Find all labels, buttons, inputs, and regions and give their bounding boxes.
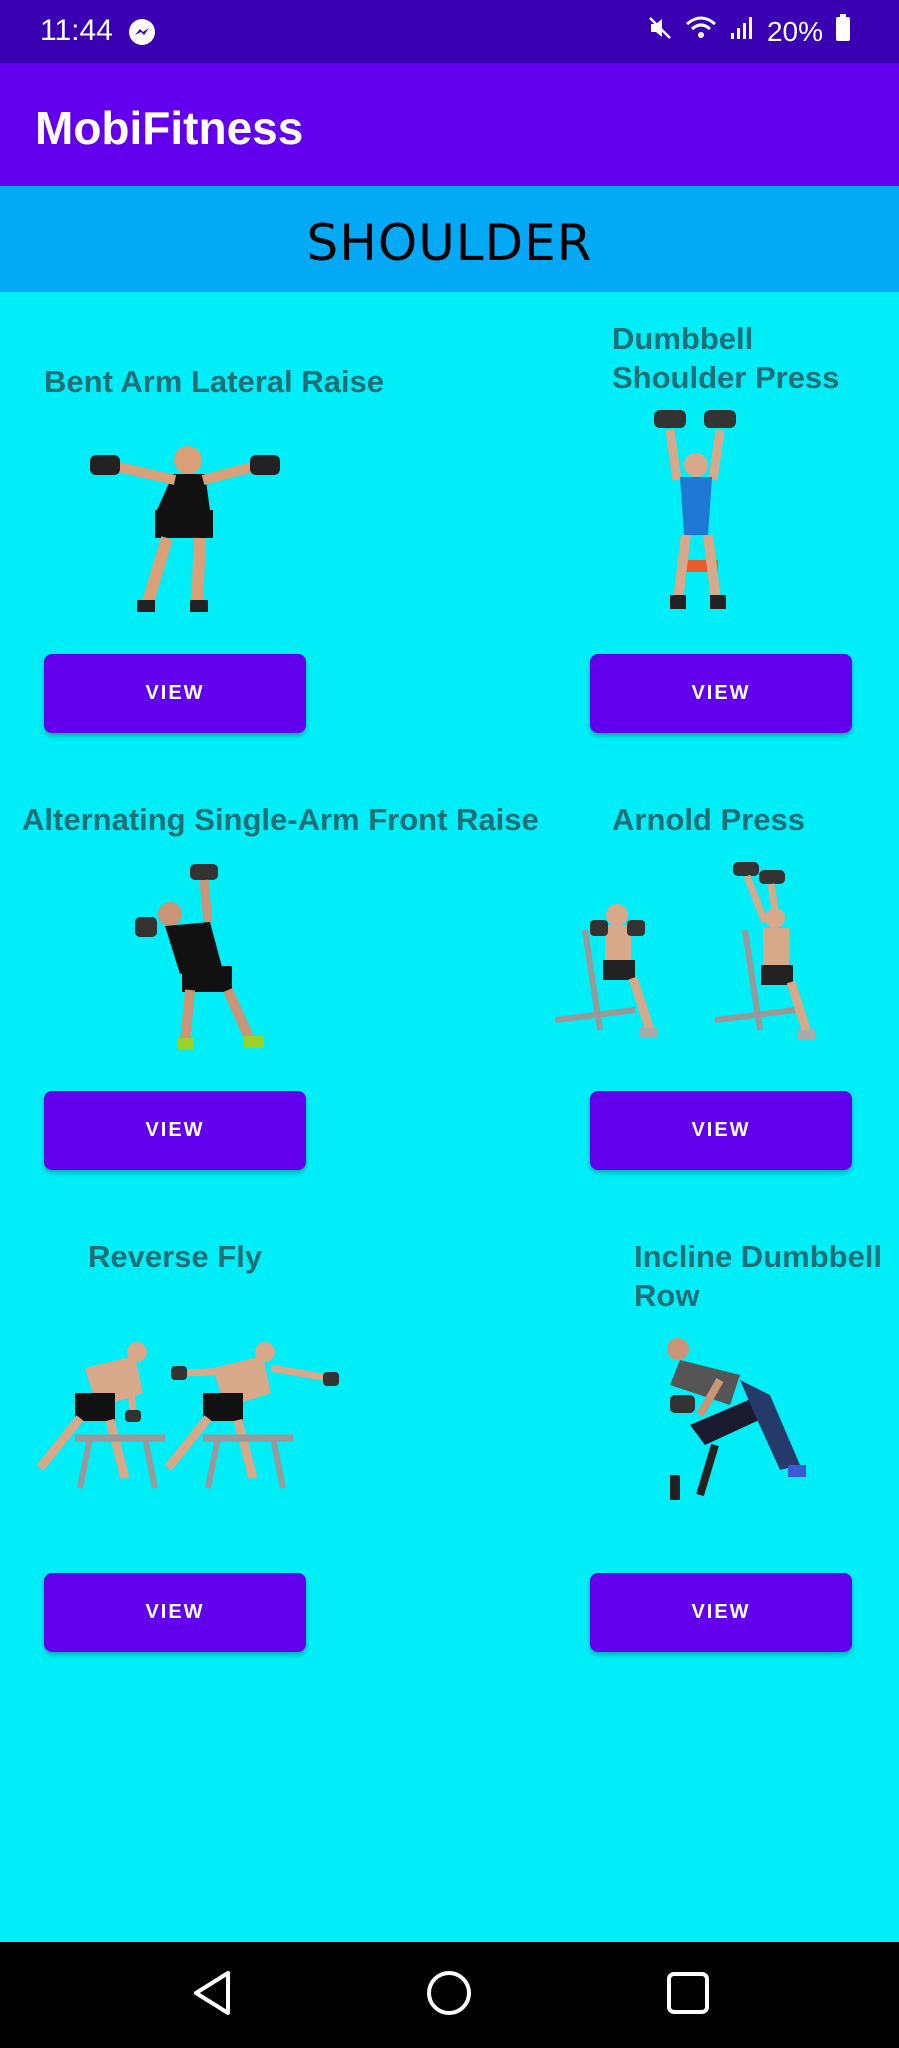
exercise-title: Incline Dumbbell Row	[634, 1237, 882, 1315]
back-icon	[190, 1969, 234, 2022]
exercise-title: Arnold Press	[612, 802, 805, 837]
back-button[interactable]	[152, 1942, 272, 2048]
exercise-image	[85, 430, 285, 625]
view-button[interactable]: VIEW	[590, 654, 852, 733]
exercise-title-line: Shoulder Press	[612, 360, 840, 395]
navigation-bar	[0, 1942, 899, 2048]
exercise-title: Bent Arm Lateral Raise	[44, 364, 384, 399]
app-bar: MobiFitness	[0, 63, 899, 186]
app-title: MobiFitness	[35, 102, 304, 154]
exercise-title-line: Incline Dumbbell	[634, 1239, 883, 1274]
recents-button[interactable]	[628, 1942, 748, 2048]
exercise-title-line: Row	[634, 1278, 700, 1313]
battery-icon	[835, 14, 851, 49]
battery-text: 20%	[766, 15, 823, 47]
mute-icon	[647, 15, 673, 48]
view-button[interactable]: VIEW	[44, 654, 306, 733]
messenger-icon	[128, 18, 156, 51]
exercise-title-line: Dumbbell	[612, 321, 754, 356]
view-button[interactable]: VIEW	[590, 1091, 852, 1170]
home-button[interactable]	[389, 1942, 509, 2048]
section-banner: SHOULDER	[0, 186, 899, 292]
view-button[interactable]: VIEW	[590, 1573, 852, 1652]
view-button[interactable]: VIEW	[44, 1573, 306, 1652]
signal-icon	[729, 15, 755, 48]
status-bar: 11:44 20%	[0, 0, 899, 63]
status-time: 11:44	[40, 14, 113, 47]
section-title: SHOULDER	[306, 214, 593, 272]
exercise-image	[554, 860, 855, 1060]
exercise-image	[130, 862, 285, 1057]
exercise-image	[25, 1338, 345, 1503]
view-button[interactable]: VIEW	[44, 1091, 306, 1170]
exercise-title: Dumbbell Shoulder Press	[612, 319, 839, 397]
home-icon	[425, 1969, 473, 2022]
exercise-title: Reverse Fly	[88, 1239, 263, 1274]
exercise-title: Alternating Single-Arm Front Raise	[22, 802, 539, 837]
exercise-image	[650, 405, 750, 645]
recents-icon	[665, 1970, 711, 2021]
exercise-image	[660, 1335, 815, 1505]
wifi-icon	[685, 15, 717, 48]
